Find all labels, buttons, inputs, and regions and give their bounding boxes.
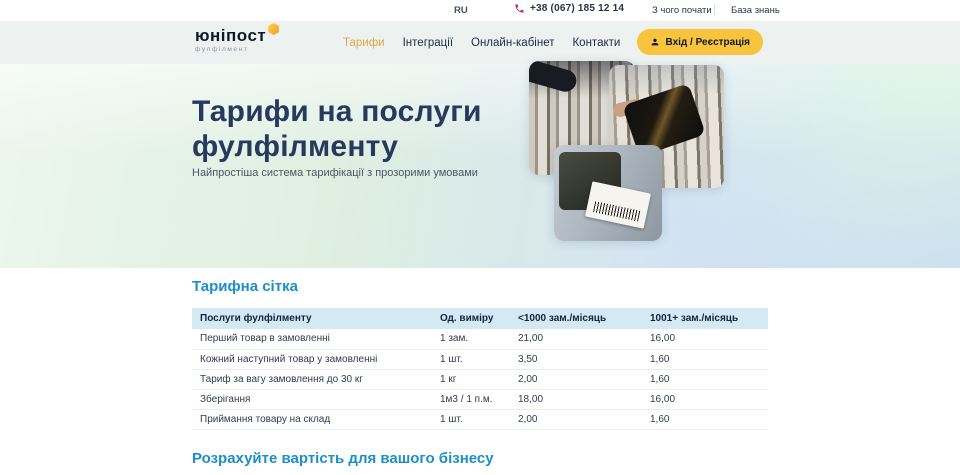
table-row: Перший товар в замовленні 1 зам. 21,00 1… xyxy=(192,329,768,349)
topbar-divider xyxy=(714,4,715,15)
topbar: RU +38 (067) 185 12 14 З чого почати Баз… xyxy=(0,0,960,21)
page: RU +38 (067) 185 12 14 З чого почати Баз… xyxy=(0,0,960,475)
hero-photo-label-printer xyxy=(554,145,662,241)
col-header-over-1001: 1001+ зам./місяць xyxy=(642,308,768,329)
logo-title: юніпост xyxy=(195,27,266,45)
cell-service: Кожний наступний товар у замовленні xyxy=(192,349,432,369)
cell-service: Приймання товару на склад xyxy=(192,409,432,429)
cell-unit: 1м3 / 1 п.м. xyxy=(432,389,510,409)
cell-unit: 1 шт. xyxy=(432,409,510,429)
col-header-under-1000: <1000 зам./місяць xyxy=(510,308,642,329)
login-button[interactable]: Вхід / Реєстрація xyxy=(637,29,763,55)
hero-section: Тарифи на послуги фулфілменту Найпростіш… xyxy=(0,64,960,268)
nav-item-tariffs[interactable]: Тарифи xyxy=(343,37,385,49)
cell-unit: 1 зам. xyxy=(432,329,510,349)
calculator-title: Розрахуйте вартість для вашого бізнесу xyxy=(192,450,494,467)
nav-item-online-cabinet[interactable]: Онлайн-кабінет xyxy=(471,37,554,49)
cell-service: Тариф за вагу замовлення до 30 кг xyxy=(192,369,432,389)
cell-unit: 1 кг xyxy=(432,369,510,389)
logo[interactable]: юніпост фулфілмент xyxy=(195,27,279,53)
cell-price-high: 1,60 xyxy=(642,369,768,389)
table-row: Кожний наступний товар у замовленні 1 шт… xyxy=(192,349,768,369)
cell-price-high: 16,00 xyxy=(642,389,768,409)
cell-unit: 1 шт. xyxy=(432,349,510,369)
logo-subtitle: фулфілмент xyxy=(195,46,279,53)
cell-price-high: 16,00 xyxy=(642,329,768,349)
phone-number: +38 (067) 185 12 14 xyxy=(530,3,624,14)
language-switcher[interactable]: RU xyxy=(454,5,468,16)
col-header-unit: Од. виміру xyxy=(432,308,510,329)
cell-service: Перший товар в замовленні xyxy=(192,329,432,349)
cell-price-low: 2,00 xyxy=(510,409,642,429)
table-header-row: Послуги фулфілменту Од. виміру <1000 зам… xyxy=(192,308,768,329)
main-nav: Тарифи Інтеграції Онлайн-кабінет Контакт… xyxy=(343,21,620,64)
table-row: Зберігання 1м3 / 1 п.м. 18,00 16,00 xyxy=(192,389,768,409)
cell-service: Зберігання xyxy=(192,389,432,409)
cell-price-high: 1,60 xyxy=(642,409,768,429)
cell-price-low: 18,00 xyxy=(510,389,642,409)
page-title: Тарифи на послуги фулфілменту xyxy=(192,94,482,164)
page-title-line1: Тарифи на послуги xyxy=(192,94,482,129)
user-icon xyxy=(650,37,660,47)
table-row: Приймання товару на склад 1 шт. 2,00 1,6… xyxy=(192,409,768,429)
cell-price-low: 2,00 xyxy=(510,369,642,389)
cell-price-low: 3,50 xyxy=(510,349,642,369)
phone-link[interactable]: +38 (067) 185 12 14 xyxy=(514,3,624,14)
table-row: Тариф за вагу замовлення до 30 кг 1 кг 2… xyxy=(192,369,768,389)
tariff-table: Послуги фулфілменту Од. виміру <1000 зам… xyxy=(192,308,768,430)
pricing-title: Тарифна сітка xyxy=(192,278,298,295)
hero-subtitle: Найпростіша система тарифікації з прозор… xyxy=(192,167,478,179)
logo-cube-icon xyxy=(268,23,279,35)
main-header: юніпост фулфілмент Тарифи Інтеграції Онл… xyxy=(0,21,960,64)
login-button-label: Вхід / Реєстрація xyxy=(665,37,750,48)
nav-item-contacts[interactable]: Контакти xyxy=(572,37,620,49)
cell-price-high: 1,60 xyxy=(642,349,768,369)
topbar-link-knowledge-base[interactable]: База знань xyxy=(731,5,780,16)
phone-icon xyxy=(514,3,525,14)
cell-price-low: 21,00 xyxy=(510,329,642,349)
col-header-service: Послуги фулфілменту xyxy=(192,308,432,329)
nav-item-integrations[interactable]: Інтеграції xyxy=(403,37,453,49)
page-title-line2: фулфілменту xyxy=(192,129,482,164)
topbar-link-getting-started[interactable]: З чого почати xyxy=(652,5,712,16)
